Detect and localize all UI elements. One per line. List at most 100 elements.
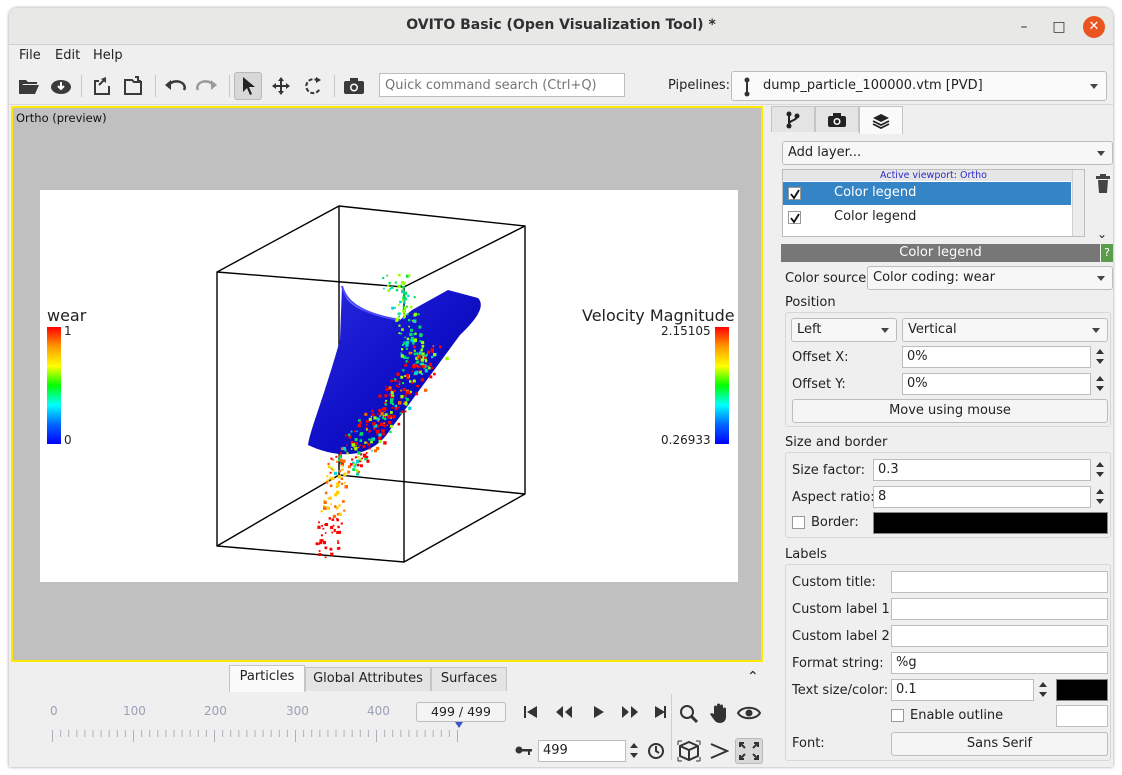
format-string-input[interactable]: %g [891, 652, 1108, 674]
text-size-color-label: Text size/color: [792, 683, 889, 698]
layer-item-selected[interactable]: Color legend [783, 182, 1071, 205]
open-folder-icon[interactable] [15, 72, 43, 100]
font-label: Font: [792, 736, 825, 751]
menu-edit[interactable]: Edit [55, 48, 80, 63]
layer-label: Color legend [834, 209, 917, 224]
tab-viewport-layers[interactable] [859, 106, 903, 134]
chevron-up-icon[interactable]: ⌃ [747, 669, 759, 685]
menu-bar: File Edit Help [9, 45, 1113, 67]
animation-timeline[interactable]: 0 100 200 300 400 499 / 499 [9, 694, 509, 760]
size-border-section-label: Size and border [785, 435, 888, 450]
layer-checkbox[interactable] [788, 211, 801, 224]
pipeline-selected-label: dump_particle_100000.vtm [PVD] [763, 78, 983, 93]
command-panel: Add layer... Active viewport: Ortho Colo… [769, 106, 1113, 767]
text-size-spinner[interactable] [1036, 679, 1050, 701]
color-source-label: Color source: [785, 271, 871, 286]
close-icon[interactable]: ✕ [1083, 16, 1105, 38]
camera-icon [828, 112, 846, 127]
custom-label-2-input[interactable] [891, 625, 1108, 647]
tab-particles[interactable]: Particles [229, 665, 305, 692]
chevron-down-icon [881, 328, 889, 333]
tab-global-attributes[interactable]: Global Attributes [305, 667, 431, 691]
custom-label-1-input[interactable] [891, 598, 1108, 620]
menu-help[interactable]: Help [93, 48, 123, 63]
save-file-icon[interactable] [119, 72, 147, 100]
tab-pipeline[interactable] [771, 106, 815, 132]
size-factor-label: Size factor: [792, 463, 866, 478]
text-color-swatch[interactable] [1056, 679, 1108, 701]
step-forward-button[interactable] [613, 700, 639, 724]
delete-trash-icon[interactable] [1095, 174, 1111, 194]
pan-hand-icon[interactable] [709, 702, 729, 724]
offset-y-spinner[interactable] [1093, 373, 1107, 395]
custom-label-1-label: Custom label 1: [792, 602, 895, 617]
outline-color-swatch[interactable] [1056, 705, 1108, 727]
maximize-icon[interactable]: □ [1048, 16, 1070, 38]
pipeline-selector[interactable]: dump_particle_100000.vtm [PVD] [731, 71, 1107, 101]
minimize-icon[interactable]: – [1013, 16, 1035, 38]
offset-y-input[interactable]: 0% [902, 373, 1091, 395]
custom-title-input[interactable] [891, 571, 1108, 593]
particle-scene [216, 205, 526, 563]
play-button[interactable] [581, 700, 607, 724]
expand-chevrons-icon[interactable]: ⌄ [1097, 227, 1107, 241]
color-source-dropdown[interactable]: Color coding: wear [867, 266, 1113, 290]
tab-surfaces[interactable]: Surfaces [431, 667, 507, 691]
orientation-dropdown[interactable]: Vertical [902, 318, 1108, 342]
enable-outline-checkbox[interactable] [891, 709, 904, 722]
maximize-viewport-button[interactable] [735, 738, 763, 764]
offset-x-input[interactable]: 0% [902, 346, 1091, 368]
animation-settings-clock-icon[interactable] [647, 742, 665, 760]
orbit-eye-icon[interactable] [737, 705, 761, 721]
move-using-mouse-button[interactable]: Move using mouse [792, 399, 1108, 423]
redo-icon[interactable] [193, 72, 221, 100]
export-file-icon[interactable] [87, 72, 115, 100]
text-size-input[interactable]: 0.1 [891, 679, 1034, 701]
viewport-caption[interactable]: Ortho (preview) [16, 111, 107, 125]
chevron-down-icon [1097, 276, 1105, 281]
size-factor-spinner[interactable] [1093, 459, 1107, 481]
chevron-down-icon [1097, 151, 1105, 156]
offset-x-spinner[interactable] [1093, 346, 1107, 368]
aspect-ratio-input[interactable]: 8 [873, 486, 1091, 508]
layer-item[interactable]: Color legend [783, 206, 1071, 229]
alignment-dropdown[interactable]: Left [791, 318, 897, 342]
offset-x-label: Offset X: [792, 350, 849, 365]
menu-file[interactable]: File [19, 48, 41, 63]
selection-mode-icon[interactable] [234, 72, 262, 100]
border-color-swatch[interactable] [873, 512, 1108, 534]
key-icon[interactable] [515, 744, 533, 756]
orientation-value: Vertical [908, 322, 957, 337]
custom-label-2-label: Custom label 2: [792, 629, 895, 644]
view-type-cube-icon[interactable] [677, 740, 701, 762]
jump-to-end-button[interactable] [645, 700, 671, 724]
move-icon[interactable] [267, 72, 295, 100]
viewport-ortho[interactable]: Ortho (preview) wear 1 0 Velocity Magnit… [11, 106, 763, 662]
border-checkbox[interactable] [792, 516, 805, 529]
application-window: OVITO Basic (Open Visualization Tool) * … [9, 8, 1113, 767]
field-of-view-icon[interactable] [709, 742, 729, 760]
frame-spinner[interactable] [627, 740, 641, 762]
layer-list[interactable]: Active viewport: Ortho Color legend Colo… [782, 169, 1085, 237]
rotate-icon[interactable] [299, 72, 327, 100]
undo-icon[interactable] [161, 72, 189, 100]
add-layer-dropdown[interactable]: Add layer... [782, 141, 1113, 165]
border-label: Border: [811, 515, 859, 530]
layer-checkbox[interactable] [788, 187, 801, 200]
aspect-ratio-spinner[interactable] [1093, 486, 1107, 508]
current-frame-input[interactable]: 499 [538, 740, 626, 762]
step-back-button[interactable] [549, 700, 575, 724]
tab-render[interactable] [815, 106, 859, 132]
command-search-input[interactable] [379, 73, 625, 97]
layer-list-scrollbar[interactable] [1072, 170, 1084, 236]
timeline-tick-0: 0 [50, 704, 58, 718]
zoom-icon[interactable] [679, 704, 699, 724]
help-button[interactable]: ? [1101, 244, 1113, 262]
timeline-frame-indicator[interactable]: 499 / 499 [416, 702, 506, 722]
chevron-down-icon [1092, 328, 1100, 333]
render-camera-icon[interactable] [340, 72, 368, 100]
cloud-download-icon[interactable] [47, 72, 75, 100]
font-button[interactable]: Sans Serif [891, 732, 1108, 756]
size-factor-input[interactable]: 0.3 [873, 459, 1091, 481]
jump-to-start-button[interactable] [517, 700, 543, 724]
